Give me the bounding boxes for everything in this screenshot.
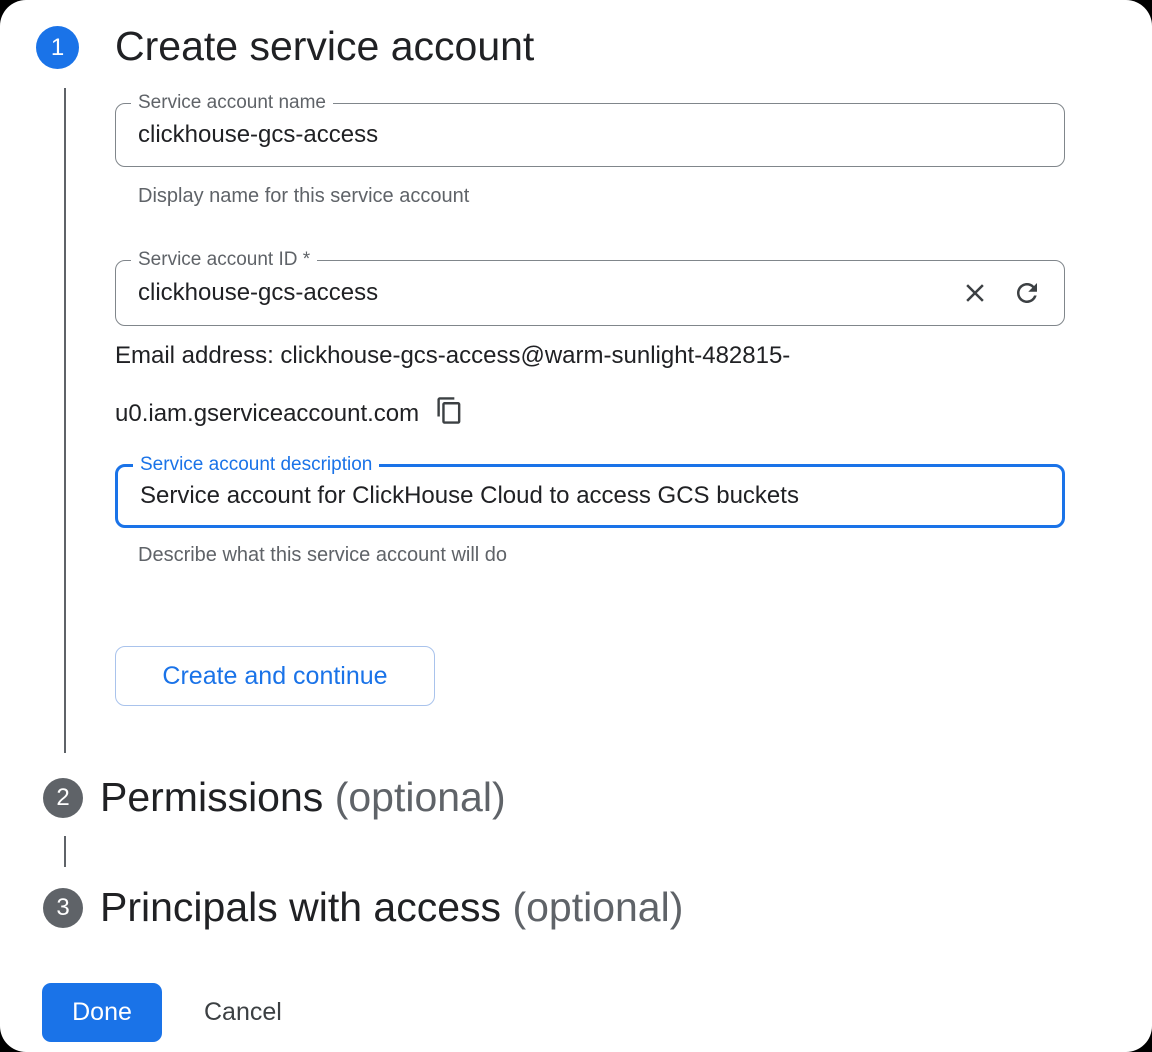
email-line-1: Email address: clickhouse-gcs-access@war… <box>115 342 790 369</box>
step-3-indicator: 3 <box>43 888 83 928</box>
step-3-number: 3 <box>56 894 69 922</box>
step-1-title: Create service account <box>115 23 534 69</box>
step-3-title: Principals with access <box>100 884 501 930</box>
cancel-button[interactable]: Cancel <box>186 983 300 1042</box>
step-1-indicator: 1 <box>36 26 79 69</box>
create-service-account-dialog: 1 Create service account Service account… <box>0 0 1152 1052</box>
step-2-optional-label: (optional) <box>335 774 506 820</box>
service-account-description-field: Service account description <box>115 464 1065 528</box>
service-account-id-input[interactable] <box>116 261 1064 325</box>
step-2-number: 2 <box>56 784 69 812</box>
step-2-title: Permissions <box>100 774 323 820</box>
step-1-number: 1 <box>51 34 64 62</box>
step-2-indicator: 2 <box>43 778 83 818</box>
service-account-name-helper: Display name for this service account <box>138 185 469 208</box>
service-account-id-field: Service account ID * <box>115 260 1065 326</box>
clear-icon[interactable] <box>958 276 992 310</box>
refresh-icon[interactable] <box>1010 276 1044 310</box>
step-2-header[interactable]: Permissions (optional) <box>100 774 506 821</box>
stepper-connector <box>64 836 66 867</box>
create-and-continue-button[interactable]: Create and continue <box>115 646 435 706</box>
service-account-name-field: Service account name <box>115 103 1065 167</box>
service-account-name-input[interactable] <box>116 104 1064 166</box>
stepper-connector <box>64 88 66 753</box>
page-title: Create service account <box>115 23 534 70</box>
step-3-header[interactable]: Principals with access (optional) <box>100 884 683 931</box>
done-button[interactable]: Done <box>42 983 162 1042</box>
service-account-email: Email address: clickhouse-gcs-access@war… <box>115 327 1055 443</box>
email-line-2: u0.iam.gserviceaccount.com <box>115 400 419 427</box>
step-3-optional-label: (optional) <box>512 884 683 930</box>
service-account-description-helper: Describe what this service account will … <box>138 544 507 567</box>
service-account-description-input[interactable] <box>118 467 1062 525</box>
copy-icon[interactable] <box>435 396 465 426</box>
